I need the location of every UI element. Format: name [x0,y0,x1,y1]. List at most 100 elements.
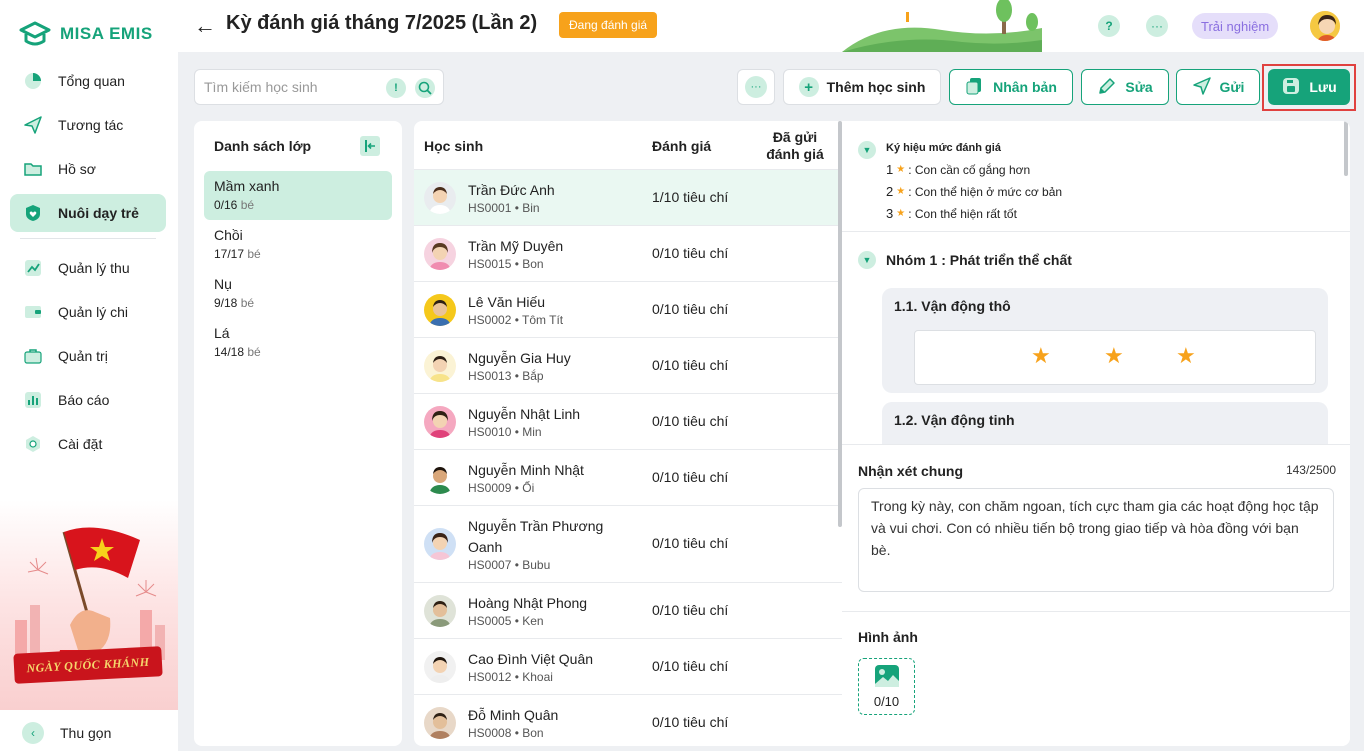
more-options-button[interactable]: ··· [1146,15,1168,37]
sidebar-item-label: Tổng quan [58,73,125,89]
student-name: Cao Đình Việt Quân [468,651,594,667]
table-row[interactable]: Nguyễn Nhật Linh HS0010 • Min 0/10 tiêu … [414,393,842,449]
sidebar-item-admin[interactable]: Quản trị [10,337,166,375]
column-header-evaluation: Đánh giá [652,138,712,154]
legend-level: 2 [886,184,894,199]
toolbar-more-button[interactable]: ··· [737,69,775,105]
sidebar-item-reports[interactable]: Báo cáo [10,381,166,419]
rating-legend: ▼ Ký hiệu mức đánh giá 1 ★ : Con cần cố … [842,121,1350,232]
student-code: HS0009 • Ổi [468,481,535,495]
class-count: 0/16 [214,198,238,212]
student-evaluation: 0/10 tiêu chí [652,469,729,485]
student-code: HS0005 • Ken [468,614,544,628]
class-item-mam-xanh[interactable]: Mầm xanh 0/16 bé [204,171,392,220]
table-row[interactable]: Trần Đức Anh HS0001 • Bin 1/10 tiêu chí [414,169,842,225]
student-evaluation: 0/10 tiêu chí [652,357,729,373]
class-list-panel: Danh sách lớp Mầm xanh 0/16 bé Chồi 17/1… [194,121,402,746]
save-button[interactable]: Lưu [1268,69,1350,105]
class-list-title: Danh sách lớp [214,138,312,154]
send-icon [1192,76,1212,99]
student-name: Nguyễn Minh Nhật [468,462,584,478]
search-input[interactable] [195,70,375,104]
send-button[interactable]: Gửi [1176,69,1260,105]
chevron-down-icon[interactable]: ▼ [858,141,876,159]
sidebar-item-revenue[interactable]: Quản lý thu [10,249,166,287]
student-evaluation: 0/10 tiêu chí [652,301,729,317]
evaluation-detail-panel: ▼ Ký hiệu mức đánh giá 1 ★ : Con cần cố … [842,121,1350,746]
class-item-choi[interactable]: Chồi 17/17 bé [204,220,392,269]
legend-level-3: 3 ★ : Con thể hiện rất tốt [886,206,1017,221]
image-upload-button[interactable]: 0/10 [858,658,915,715]
table-row[interactable]: Hoàng Nhật Phong HS0005 • Ken 0/10 tiêu … [414,582,842,638]
sidebar-item-settings[interactable]: Cài đặt [10,425,166,463]
table-row[interactable]: Lê Văn Hiếu HS0002 • Tôm Tít 0/10 tiêu c… [414,281,842,337]
student-code: HS0001 • Bin [468,201,540,215]
student-avatar [424,182,456,214]
sidebar-item-records[interactable]: Hồ sơ [10,150,166,188]
table-row[interactable]: Nguyễn Trần Phương Oanh HS0007 • Bubu 0/… [414,505,842,582]
star-icon: ★ [896,164,906,175]
star-icon[interactable]: ★ [1031,345,1051,367]
class-item-la[interactable]: Lá 14/18 bé [204,318,392,367]
sidebar-item-childcare[interactable]: Nuôi dạy trẻ [10,194,166,232]
legend-level: 3 [886,206,894,221]
search-icon[interactable] [415,78,435,98]
student-avatar [424,707,456,739]
student-avatar [424,462,456,494]
legend-text: : Con cần cố gắng hơn [908,162,1031,177]
collapse-label: Thu gọn [60,725,112,741]
table-row[interactable]: Nguyễn Gia Huy HS0013 • Bắp 0/10 tiêu ch… [414,337,842,393]
comment-section: Nhận xét chung 143/2500 Trong kỳ này, co… [842,444,1350,746]
table-row[interactable]: Đỗ Minh Quân HS0008 • Bon 0/10 tiêu chí [414,694,842,746]
app-logo[interactable]: MISA EMIS [18,20,153,48]
column-header-sent-line2: đánh giá [766,146,824,162]
sidebar-item-interaction[interactable]: Tương tác [10,106,166,144]
collapse-panel-icon[interactable] [360,136,380,156]
user-avatar[interactable] [1308,9,1342,43]
section-divider [842,611,1350,612]
collapse-sidebar-button[interactable]: ‹ Thu gọn [22,722,111,744]
table-row[interactable]: Nguyễn Minh Nhật HS0009 • Ổi 0/10 tiêu c… [414,449,842,505]
save-label: Lưu [1309,79,1337,95]
table-row[interactable]: Trần Mỹ Duyên HS0015 • Bon 0/10 tiêu chí [414,225,842,281]
page-header: ← Kỳ đánh giá tháng 7/2025 (Lần 2) Đang … [178,0,1364,52]
duplicate-label: Nhân bản [993,79,1057,95]
student-avatar [424,595,456,627]
help-button[interactable]: ? [1098,15,1120,37]
student-search: ! [194,69,444,105]
student-evaluation: 1/10 tiêu chí [652,189,729,205]
table-row[interactable]: Cao Đình Việt Quân HS0012 • Khoai 0/10 t… [414,638,842,694]
app-name: MISA EMIS [60,24,153,43]
comment-label: Nhận xét chung [858,463,964,479]
info-icon[interactable]: ! [386,78,406,98]
paper-plane-icon [22,114,44,136]
student-code: HS0010 • Min [468,425,542,439]
legend-level: 1 [886,162,894,177]
class-count-unit: bé [247,247,261,261]
national-day-banner: NGÀY QUỐC KHÁNH [0,500,178,710]
legend-text: : Con thể hiện ở mức cơ bản [908,184,1063,199]
edit-button[interactable]: Sửa [1081,69,1169,105]
add-student-label: Thêm học sinh [826,79,926,95]
trial-badge[interactable]: Trải nghiệm [1192,13,1279,39]
student-avatar [424,651,456,683]
class-item-nu[interactable]: Nụ 9/18 bé [204,269,392,318]
star-icon: ★ [896,208,906,219]
comment-textarea[interactable]: Trong kỳ này, con chăm ngoan, tích cực t… [858,488,1334,592]
comment-char-count: 143/2500 [1285,463,1336,477]
class-count-unit: bé [240,296,255,310]
sidebar-item-expense[interactable]: Quản lý chi [10,293,166,331]
legend-title: Ký hiệu mức đánh giá [886,142,1001,154]
sidebar-item-overview[interactable]: Tổng quan [10,62,166,100]
detail-scrollbar[interactable] [1344,121,1348,176]
image-icon [874,664,900,691]
sidebar-nav: Tổng quan Tương tác Hồ sơ Nuôi dạy trẻ Q… [10,62,166,469]
star-rating: ★ ★ ★ [914,330,1316,385]
back-arrow-icon[interactable]: ← [194,13,216,39]
star-icon[interactable]: ★ [1176,345,1196,367]
duplicate-button[interactable]: Nhân bản [949,69,1073,105]
add-student-button[interactable]: + Thêm học sinh [783,69,941,105]
chevron-down-icon[interactable]: ▼ [858,251,876,269]
star-icon[interactable]: ★ [1104,345,1124,367]
class-count-unit: bé [247,345,261,359]
